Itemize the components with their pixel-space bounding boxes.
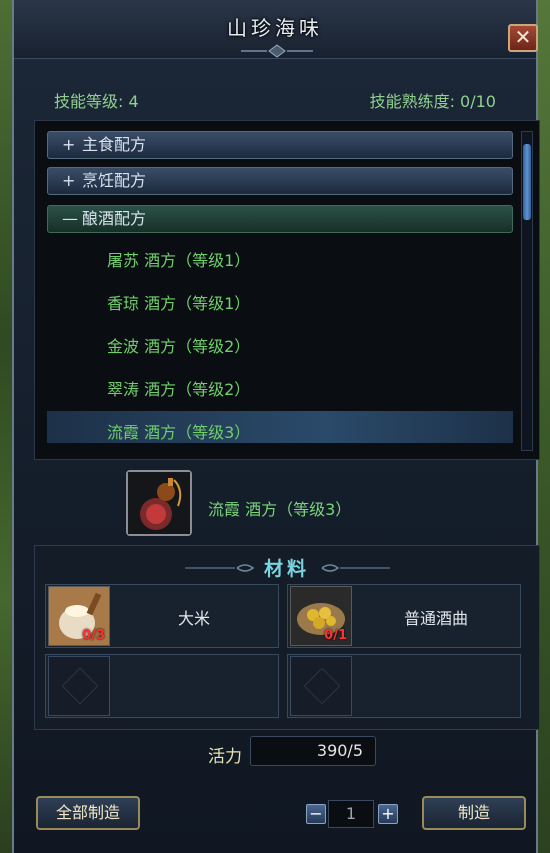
product-name: 流霞 酒方（等级3）: [208, 500, 352, 519]
title-ornament: [241, 44, 313, 58]
close-button[interactable]: ✕: [508, 24, 538, 52]
selected-product: 流霞 酒方（等级3）: [126, 470, 426, 540]
expand-plus-icon: +: [62, 171, 76, 190]
quantity-input[interactable]: 1: [328, 800, 374, 828]
material-name: 大米: [177, 609, 210, 628]
materials-title: 材料: [263, 558, 310, 580]
make-all-button[interactable]: 全部制造: [36, 796, 140, 830]
skill-level: 技能等级: 4: [54, 92, 139, 111]
title-bar: 山珍海味 ✕: [14, 0, 538, 59]
material-slot-empty[interactable]: [287, 654, 521, 718]
increase-quantity-button[interactable]: +: [378, 804, 398, 824]
crafting-panel: 山珍海味 ✕ 技能等级: 4 技能熟练度: 0/10 + 主食配方 + 烹饪配方…: [12, 0, 540, 853]
category-label: 烹饪配方: [82, 171, 147, 190]
category-cooking[interactable]: + 烹饪配方: [47, 167, 513, 195]
rice-sack-icon: 0/3: [48, 586, 110, 646]
category-staple-food[interactable]: + 主食配方: [47, 131, 513, 159]
decrease-quantity-button[interactable]: −: [306, 804, 326, 824]
recipe-item[interactable]: 香琼 酒方（等级1）: [107, 290, 250, 314]
ornament-right: [321, 564, 390, 572]
material-name: 普通酒曲: [403, 609, 468, 628]
vitality-label: 活力: [208, 747, 242, 767]
scroll-thumb[interactable]: [523, 144, 531, 220]
material-slot[interactable]: 0/3 大米: [45, 584, 279, 648]
recipe-item[interactable]: 翠涛 酒方（等级2）: [107, 376, 250, 400]
category-label: 主食配方: [82, 135, 147, 154]
empty-slot-icon: [290, 656, 352, 716]
skill-proficiency: 技能熟练度: 0/10: [369, 92, 496, 111]
expand-plus-icon: +: [62, 135, 76, 154]
recipe-list: + 主食配方 + 烹饪配方 — 酿酒配方 屠苏 酒方（等级1） 香琼 酒方（等级…: [34, 120, 540, 460]
empty-slot-icon: [48, 656, 110, 716]
material-slot[interactable]: 0/1 普通酒曲: [287, 584, 521, 648]
materials-section: 材料 0/3 大米 0/1 普通酒曲: [34, 545, 540, 730]
recipe-item[interactable]: 金波 酒方（等级2）: [107, 333, 250, 357]
gourd-wine-icon: [128, 472, 190, 534]
recipe-scrollbar[interactable]: [521, 131, 533, 451]
category-label: 酿酒配方: [82, 209, 147, 228]
yeast-basket-icon: 0/1: [290, 586, 352, 646]
recipe-item-selected[interactable]: 流霞 酒方（等级3）: [107, 419, 250, 443]
material-count: 0/1: [324, 628, 347, 643]
category-brewing[interactable]: — 酿酒配方: [47, 205, 513, 233]
material-count: 0/3: [82, 628, 105, 643]
window-title: 山珍海味: [227, 16, 323, 40]
collapse-minus-icon: —: [62, 209, 78, 228]
product-slot[interactable]: [126, 470, 192, 536]
vitality-value: 390/5: [250, 736, 376, 766]
make-button[interactable]: 制造: [422, 796, 526, 830]
recipe-item[interactable]: 屠苏 酒方（等级1）: [107, 247, 250, 271]
material-slot-empty[interactable]: [45, 654, 279, 718]
